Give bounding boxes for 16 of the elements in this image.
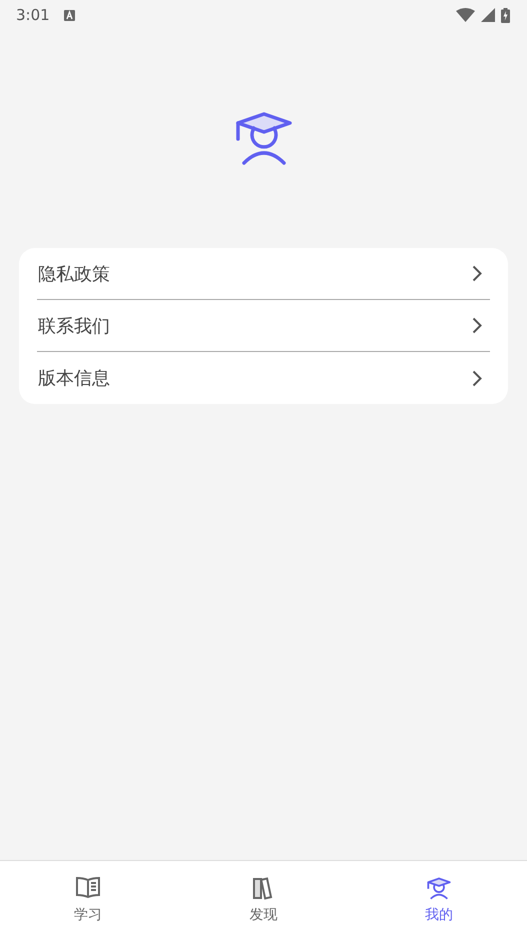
tab[interactable]: 我的 [351, 861, 527, 938]
wifi-icon [456, 8, 475, 22]
battery-icon [501, 8, 510, 22]
menu-item[interactable]: 版本信息 [37, 352, 490, 404]
chevron-right-icon [472, 317, 482, 334]
tab[interactable]: 学习 [0, 861, 176, 938]
signal-icon [481, 8, 495, 22]
status-time: 3:01 [16, 6, 50, 24]
chevron-right-icon [472, 370, 482, 386]
tab[interactable]: 发现 [176, 861, 352, 938]
menu-item[interactable]: 联系我们 [37, 300, 490, 352]
keyboard-notification-icon [64, 10, 75, 20]
chevron-right-icon [472, 265, 482, 282]
student-icon [426, 876, 452, 900]
menu-item[interactable]: 隐私政策 [37, 248, 490, 300]
book-icon [74, 876, 101, 900]
